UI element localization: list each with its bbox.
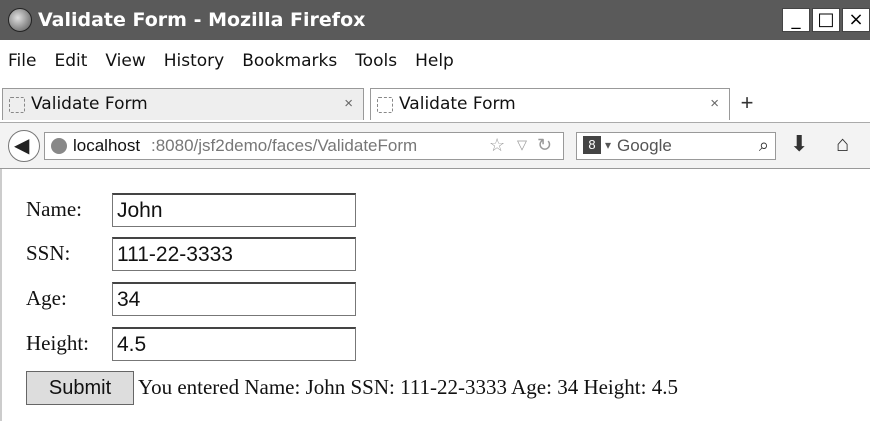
tab-validate-form-2[interactable]: Validate Form × — [370, 88, 730, 120]
back-icon: ◀ — [14, 135, 30, 157]
minimize-button[interactable]: _ — [782, 8, 810, 32]
tab-close-icon[interactable]: × — [710, 95, 719, 112]
name-field[interactable] — [112, 193, 356, 227]
result-text: You entered Name: John SSN: 111-22-3333 … — [138, 375, 678, 399]
maximize-button[interactable]: □ — [812, 8, 840, 32]
submit-button[interactable]: Submit — [26, 371, 134, 405]
home-icon[interactable]: ⌂ — [836, 131, 849, 157]
close-button[interactable]: × — [842, 8, 870, 32]
menu-tools[interactable]: Tools — [355, 51, 397, 71]
menu-history[interactable]: History — [164, 51, 224, 71]
new-tab-button[interactable]: + — [735, 90, 759, 118]
page-content: Name: SSN: Age: Height: Submit You enter… — [0, 169, 870, 421]
menu-bar: File Edit View History Bookmarks Tools H… — [0, 46, 464, 76]
tab-label: Validate Form — [399, 94, 516, 114]
star-icon[interactable]: ☆ — [489, 135, 505, 156]
download-icon[interactable]: ⬇ — [790, 131, 808, 157]
reload-icon[interactable]: ↻ — [537, 135, 552, 156]
age-label: Age: — [26, 286, 67, 310]
menu-file[interactable]: File — [8, 51, 36, 71]
height-label: Height: — [26, 331, 89, 355]
search-bar[interactable]: 8 ▾ Google ⌕ — [576, 132, 776, 160]
url-host: localhost — [73, 136, 141, 155]
back-button[interactable]: ◀ — [8, 130, 40, 162]
page-icon — [377, 97, 393, 113]
menu-edit[interactable]: Edit — [54, 51, 87, 71]
window-title: Validate Form - Mozilla Firefox — [38, 9, 366, 31]
url-path: :8080/jsf2demo/faces/ValidateForm — [151, 136, 418, 155]
dropdown-icon[interactable]: ▽ — [517, 137, 527, 153]
globe-icon — [51, 138, 67, 154]
age-field[interactable] — [112, 282, 356, 316]
url-bar[interactable]: localhost :8080/jsf2demo/faces/ValidateF… — [44, 132, 564, 160]
height-field[interactable] — [112, 327, 356, 361]
menu-view[interactable]: View — [105, 51, 145, 71]
tab-validate-form-1[interactable]: Validate Form × — [2, 88, 364, 120]
tab-label: Validate Form — [31, 94, 148, 114]
title-bar: Validate Form - Mozilla Firefox _ □ × — [0, 0, 870, 40]
browser-window: Validate Form - Mozilla Firefox _ □ × Fi… — [0, 0, 870, 421]
firefox-logo-icon — [8, 8, 32, 32]
search-engine-dropdown-icon[interactable]: ▾ — [605, 138, 611, 152]
search-engine-icon[interactable]: 8 — [583, 136, 601, 154]
ssn-label: SSN: — [26, 241, 71, 265]
tab-strip: Validate Form × Validate Form × + — [0, 86, 870, 123]
navigation-bar: ◀ localhost :8080/jsf2demo/faces/Validat… — [0, 123, 870, 169]
name-label: Name: — [26, 197, 82, 221]
ssn-field[interactable] — [112, 237, 356, 271]
menu-bookmarks[interactable]: Bookmarks — [242, 51, 337, 71]
search-input[interactable]: Google — [617, 136, 672, 156]
menu-help[interactable]: Help — [415, 51, 454, 71]
search-icon[interactable]: ⌕ — [759, 135, 769, 156]
window-controls: _ □ × — [780, 8, 870, 34]
tab-close-icon[interactable]: × — [344, 95, 353, 112]
page-icon — [9, 97, 25, 113]
